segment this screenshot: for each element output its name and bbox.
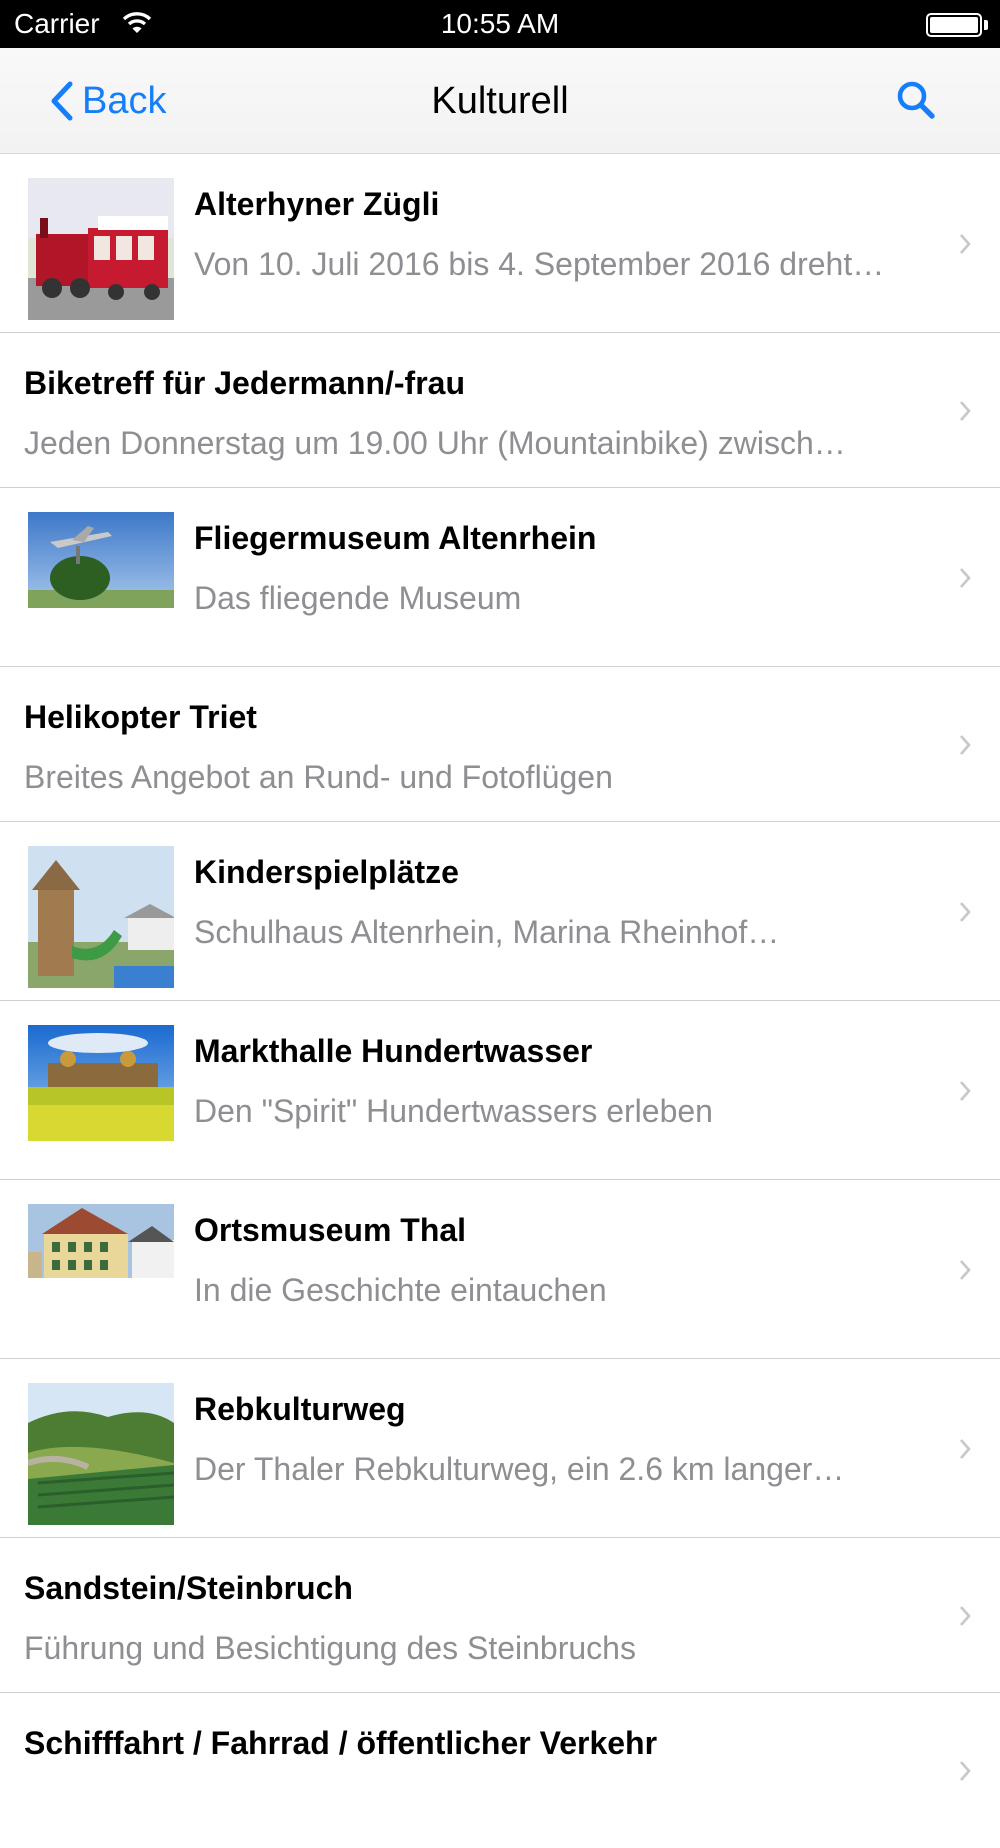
chevron-right-icon bbox=[960, 234, 971, 254]
chevron-right-icon bbox=[960, 1439, 971, 1459]
list-item[interactable]: Fliegermuseum Altenrhein Das fliegende M… bbox=[0, 488, 1000, 667]
item-subtitle: Führung und Besichtigung des Steinbruchs bbox=[24, 1630, 636, 1666]
navigation-bar: Back Kulturell bbox=[0, 48, 1000, 154]
item-title: Ortsmuseum Thal bbox=[194, 1212, 467, 1248]
chevron-right-icon bbox=[960, 401, 971, 421]
item-title: Helikopter Triet bbox=[24, 699, 257, 735]
chevron-right-icon bbox=[960, 1606, 971, 1626]
list-item[interactable]: Helikopter Triet Breites Angebot an Rund… bbox=[0, 667, 1000, 822]
item-title: Fliegermuseum Altenrhein bbox=[194, 520, 597, 556]
list-item[interactable]: Kinderspielplätze Schulhaus Altenrhein, … bbox=[0, 822, 1000, 1001]
list-item[interactable]: Alterhyner Zügli Von 10. Juli 2016 bis 4… bbox=[0, 154, 1000, 333]
battery-tip bbox=[984, 20, 988, 30]
item-title: Alterhyner Zügli bbox=[194, 186, 440, 222]
battery-icon bbox=[926, 13, 982, 37]
item-title: Biketreff für Jedermann/-frau bbox=[24, 365, 465, 401]
item-subtitle: In die Geschichte eintauchen bbox=[194, 1272, 607, 1308]
playground-thumbnail bbox=[28, 846, 174, 988]
museum-thumbnail bbox=[28, 1204, 174, 1278]
vineyard-thumbnail bbox=[28, 1383, 174, 1525]
list-item[interactable]: Schifffahrt / Fahrrad / öffentlicher Ver… bbox=[0, 1693, 1000, 1848]
list-item[interactable]: Biketreff für Jedermann/-frau Jeden Donn… bbox=[0, 333, 1000, 488]
item-subtitle: Schulhaus Altenrhein, Marina Rheinhof… bbox=[194, 914, 780, 950]
page-title: Kulturell bbox=[431, 80, 569, 122]
chevron-right-icon bbox=[960, 902, 971, 922]
list-item[interactable]: Rebkulturweg Der Thaler Rebkulturweg, ei… bbox=[0, 1359, 1000, 1538]
item-title: Schifffahrt / Fahrrad / öffentlicher Ver… bbox=[24, 1725, 658, 1761]
item-subtitle: Breites Angebot an Rund- und Fotoflügen bbox=[24, 759, 613, 795]
markthalle-thumbnail bbox=[28, 1025, 174, 1141]
item-subtitle: Den "Spirit" Hundertwassers erleben bbox=[194, 1093, 713, 1129]
train-thumbnail bbox=[28, 178, 174, 320]
item-title: Sandstein/Steinbruch bbox=[24, 1570, 353, 1606]
chevron-right-icon bbox=[960, 1761, 971, 1781]
item-title: Markthalle Hundertwasser bbox=[194, 1033, 593, 1069]
status-time: 10:55 AM bbox=[440, 8, 560, 39]
item-subtitle: Jeden Donnerstag um 19.00 Uhr (Mountainb… bbox=[24, 425, 846, 461]
item-subtitle: Der Thaler Rebkulturweg, ein 2.6 km lang… bbox=[194, 1451, 845, 1487]
item-title: Kinderspielplätze bbox=[194, 854, 459, 890]
chevron-right-icon bbox=[960, 1081, 971, 1101]
chevron-right-icon bbox=[960, 1260, 971, 1280]
list-item[interactable]: Ortsmuseum Thal In die Geschichte eintau… bbox=[0, 1180, 1000, 1359]
aircraft-thumbnail bbox=[28, 512, 174, 608]
event-list: Alterhyner Zügli Von 10. Juli 2016 bis 4… bbox=[0, 154, 1000, 1848]
chevron-right-icon bbox=[960, 735, 971, 755]
list-item[interactable]: Markthalle Hundertwasser Den "Spirit" Hu… bbox=[0, 1001, 1000, 1180]
chevron-right-icon bbox=[960, 568, 971, 588]
status-bar: Carrier 10:55 AM bbox=[0, 0, 1000, 48]
search-icon[interactable] bbox=[896, 80, 936, 120]
item-title: Rebkulturweg bbox=[194, 1391, 406, 1427]
list-item[interactable]: Sandstein/Steinbruch Führung und Besicht… bbox=[0, 1538, 1000, 1693]
item-subtitle: Das fliegende Museum bbox=[194, 580, 522, 616]
item-subtitle: Von 10. Juli 2016 bis 4. September 2016 … bbox=[194, 246, 885, 282]
